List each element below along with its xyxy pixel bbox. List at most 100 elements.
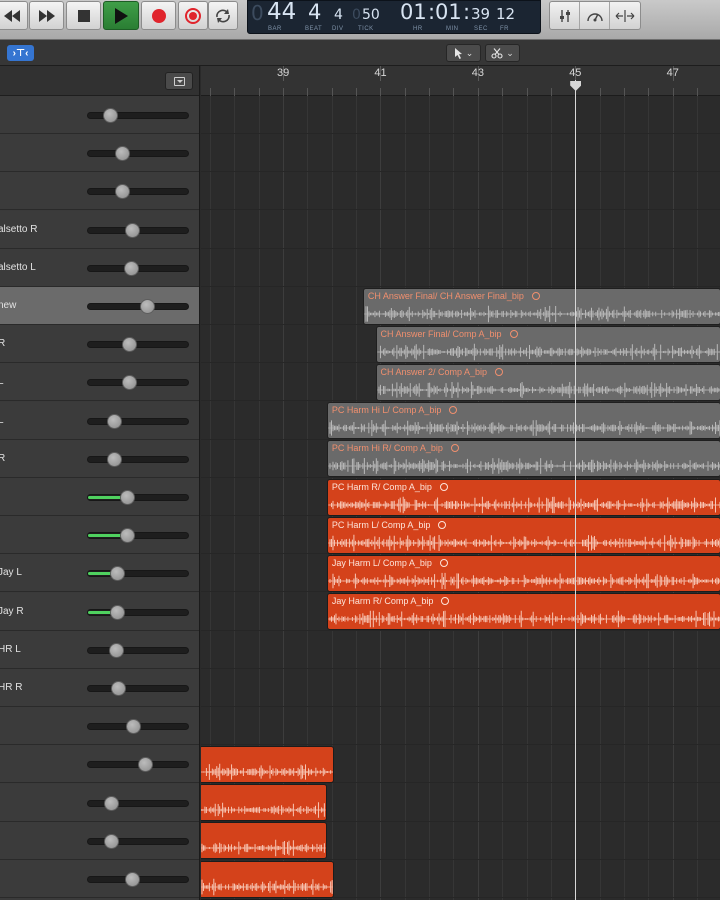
volume-knob[interactable] [121, 375, 137, 391]
volume-slider[interactable] [87, 108, 189, 123]
volume-slider[interactable] [87, 872, 189, 887]
stop-button[interactable] [66, 1, 101, 30]
track-row[interactable]: Jay R [0, 592, 199, 631]
volume-knob[interactable] [124, 872, 140, 887]
track-row[interactable] [0, 478, 199, 516]
volume-slider[interactable] [87, 719, 189, 735]
volume-knob[interactable] [114, 184, 130, 200]
volume-knob[interactable] [123, 260, 139, 276]
audio-region[interactable]: Jay Harm L/ Comp A_bip [326, 554, 720, 592]
cycle-button[interactable] [208, 1, 238, 30]
volume-slider[interactable] [87, 757, 189, 773]
track-row[interactable] [0, 783, 199, 822]
volume-slider[interactable] [87, 681, 189, 696]
track-lane[interactable] [201, 669, 720, 707]
volume-knob[interactable] [124, 222, 140, 238]
collapse-button[interactable] [165, 72, 193, 90]
fast-forward-button[interactable] [29, 1, 64, 30]
volume-knob[interactable] [106, 451, 122, 467]
audio-region[interactable] [201, 822, 327, 860]
tuner-button[interactable] [580, 2, 610, 29]
track-lane[interactable] [201, 134, 720, 173]
volume-slider[interactable] [87, 795, 189, 811]
volume-knob[interactable] [109, 604, 125, 620]
lcd-display[interactable]: 0 44 4 4 0 50 BAR BEAT DIV TICK 01 : 01 … [247, 0, 541, 34]
track-lane[interactable] [201, 631, 720, 669]
audio-region[interactable]: CH Answer Final/ CH Answer Final_bip [362, 287, 720, 325]
track-row[interactable]: HR L [0, 630, 199, 669]
volume-slider[interactable] [87, 184, 189, 200]
audio-region[interactable]: PC Harm Hi R/ Comp A_bip [326, 440, 720, 478]
track-lane[interactable] [201, 211, 720, 249]
track-row[interactable] [0, 745, 199, 784]
volume-knob[interactable] [108, 642, 124, 658]
volume-knob[interactable] [106, 413, 122, 429]
audio-region[interactable]: Jay Harm R/ Comp A_bip [326, 593, 720, 631]
volume-slider[interactable] [87, 566, 189, 582]
volume-knob[interactable] [104, 795, 120, 811]
flex-button[interactable] [610, 2, 640, 29]
track-row[interactable] [0, 707, 199, 746]
volume-slider[interactable] [87, 337, 189, 353]
volume-slider[interactable] [87, 528, 189, 544]
audio-region[interactable] [201, 784, 327, 822]
volume-slider[interactable] [87, 833, 189, 849]
track-row[interactable]: HR R [0, 669, 199, 707]
audio-region[interactable]: CH Answer 2/ Comp A_bip [375, 363, 720, 401]
arrange-area[interactable]: 39 41 43 45 47 CH Answer Final/ CH Answer Fi… [201, 66, 720, 900]
track-row[interactable] [0, 134, 199, 173]
bar-ruler[interactable]: 39 41 43 45 47 [201, 66, 720, 96]
volume-knob[interactable] [109, 566, 125, 582]
track-row[interactable] [0, 821, 199, 860]
volume-slider[interactable] [87, 490, 189, 505]
play-button[interactable] [103, 1, 139, 30]
volume-knob[interactable] [119, 490, 135, 505]
track-lane[interactable] [201, 172, 720, 211]
track-row[interactable] [0, 860, 199, 898]
track-row[interactable]: Jay L [0, 554, 199, 593]
track-row[interactable]: L [0, 401, 199, 440]
volume-slider[interactable] [87, 222, 189, 238]
rewind-button[interactable] [0, 1, 28, 30]
record-mode-button[interactable] [178, 1, 208, 30]
volume-knob[interactable] [110, 681, 126, 696]
track-filter-button[interactable]: ›⊤‹ [7, 45, 34, 61]
track-row[interactable]: L [0, 363, 199, 402]
mixer-button[interactable] [550, 2, 580, 29]
volume-slider[interactable] [87, 146, 189, 162]
audio-region[interactable]: PC Harm L/ Comp A_bip [326, 516, 720, 554]
playhead[interactable] [575, 80, 577, 900]
volume-slider[interactable] [87, 375, 189, 391]
track-lane[interactable] [201, 96, 720, 134]
track-row[interactable] [0, 172, 199, 211]
track-row[interactable]: alsetto R [0, 210, 199, 249]
volume-knob[interactable] [140, 299, 156, 314]
scissors-tool-menu[interactable]: ⌄ [485, 44, 520, 62]
volume-knob[interactable] [104, 833, 120, 849]
audio-region[interactable] [201, 745, 335, 783]
track-row[interactable]: R [0, 325, 199, 364]
volume-slider[interactable] [87, 260, 189, 276]
record-button[interactable] [141, 1, 176, 30]
audio-region[interactable] [201, 860, 335, 898]
audio-region[interactable]: CH Answer Final/ Comp A_bip [375, 325, 720, 363]
track-lane[interactable] [201, 707, 720, 746]
audio-region[interactable]: PC Harm R/ Comp A_bip [326, 478, 720, 516]
track-row[interactable] [0, 96, 199, 134]
volume-knob[interactable] [103, 108, 119, 123]
track-lane[interactable] [201, 249, 720, 287]
volume-slider[interactable] [87, 642, 189, 658]
volume-knob[interactable] [138, 757, 154, 773]
volume-slider[interactable] [87, 604, 189, 620]
track-row[interactable] [0, 516, 199, 555]
track-row[interactable]: R [0, 439, 199, 478]
pointer-tool-menu[interactable]: ⌄ [446, 44, 481, 62]
volume-knob[interactable] [119, 528, 135, 544]
audio-region[interactable]: PC Harm Hi L/ Comp A_bip [326, 402, 720, 440]
volume-knob[interactable] [121, 337, 137, 353]
volume-knob[interactable] [114, 146, 130, 162]
volume-knob[interactable] [125, 719, 141, 735]
volume-slider[interactable] [87, 451, 189, 467]
track-row[interactable]: alsetto L [0, 248, 199, 287]
volume-slider[interactable] [87, 413, 189, 429]
